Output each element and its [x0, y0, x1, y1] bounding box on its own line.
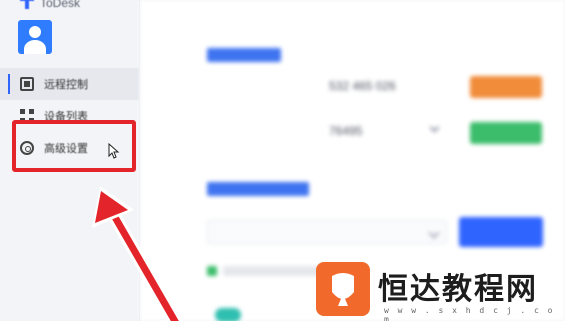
- section-title-device: [207, 48, 281, 62]
- temp-password-value: 76495: [329, 124, 363, 138]
- refresh-password-button[interactable]: [470, 122, 542, 144]
- user-profile[interactable]: [18, 20, 60, 54]
- toggle-switch[interactable]: [215, 308, 241, 321]
- option-text-placeholder: [223, 266, 323, 276]
- watermark: 恒达教程网 w w w . s x h d c j . c o m: [316, 262, 560, 321]
- device-code-value: 532 465 026: [329, 79, 396, 93]
- remote-control-icon: [20, 77, 34, 91]
- mouse-cursor-icon: [108, 143, 120, 159]
- sidebar-item-label: 远程控制: [44, 79, 88, 91]
- app-title: ToDesk: [20, 0, 80, 10]
- copy-button[interactable]: [470, 76, 542, 98]
- checkbox-icon[interactable]: [207, 266, 217, 276]
- todesk-logo-icon: [20, 0, 34, 9]
- watermark-logo-icon: [316, 262, 370, 316]
- sidebar-item-remote-control[interactable]: 远程控制: [0, 68, 140, 100]
- connect-button[interactable]: [459, 217, 543, 247]
- avatar[interactable]: [18, 20, 52, 54]
- remote-device-code-input[interactable]: [207, 220, 447, 244]
- watermark-url: w w w . s x h d c j . c o m: [384, 306, 555, 321]
- chevron-down-icon[interactable]: [428, 227, 440, 239]
- watermark-text: 恒达教程网: [378, 272, 538, 307]
- app-title-text: ToDesk: [40, 0, 81, 10]
- section-title-remote: [207, 182, 309, 196]
- chevron-down-icon[interactable]: [429, 122, 440, 133]
